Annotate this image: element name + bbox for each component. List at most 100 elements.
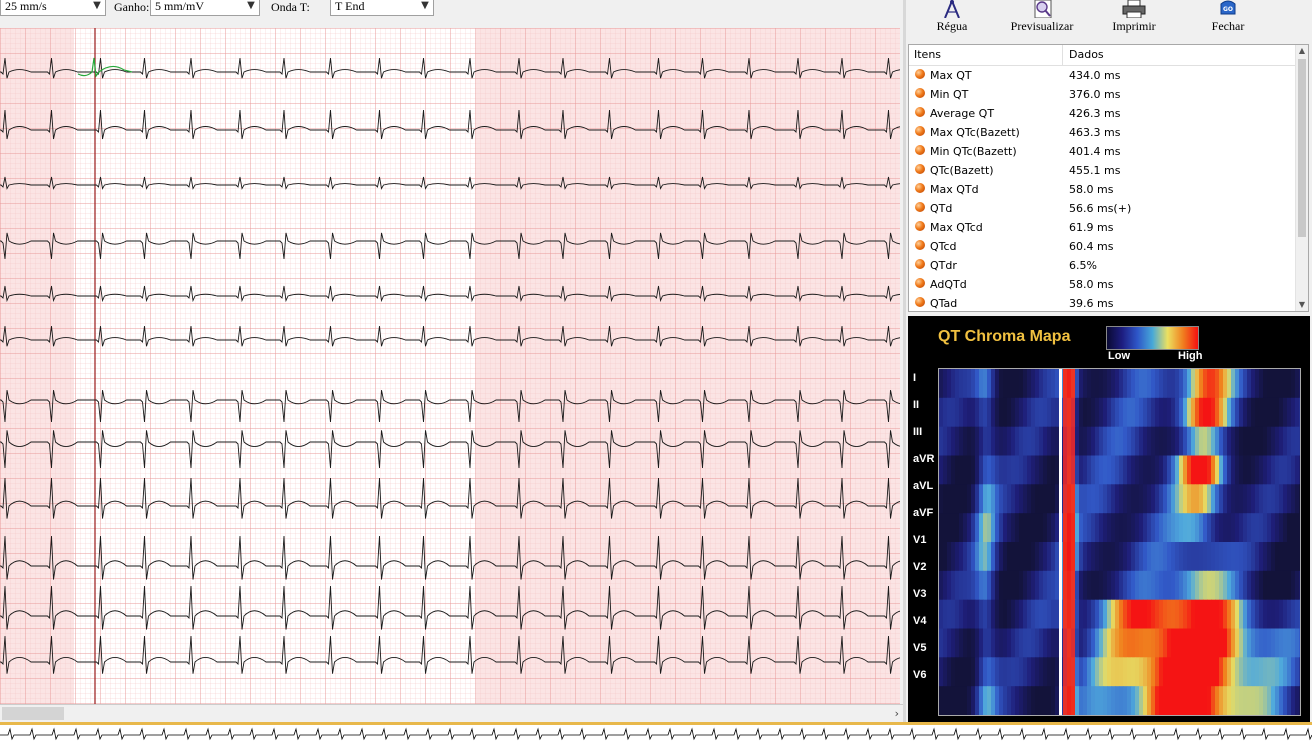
table-header: Itens Dados bbox=[909, 45, 1297, 66]
table-row[interactable]: QTad 39.6 ms bbox=[909, 294, 1297, 311]
bullet-icon bbox=[915, 259, 925, 269]
scroll-up-icon[interactable]: ▲ bbox=[1296, 45, 1308, 57]
row-item-name: QTdr bbox=[930, 259, 957, 272]
row-item-name: Average QT bbox=[930, 107, 995, 120]
row-item-name: Max QTc(Bazett) bbox=[930, 126, 1020, 139]
row-item-name: QTad bbox=[930, 297, 958, 310]
table-row[interactable]: AdQTd 58.0 ms bbox=[909, 275, 1297, 294]
svg-text:GO: GO bbox=[1223, 6, 1233, 13]
onda-t-label: Onda T: bbox=[271, 0, 310, 14]
bullet-icon bbox=[915, 240, 925, 250]
table-row[interactable]: QTc(Bazett) 455.1 ms bbox=[909, 161, 1297, 180]
close-icon: GO bbox=[1220, 0, 1236, 15]
row-item-name: Max QTd bbox=[930, 183, 979, 196]
color-scale-bar bbox=[1106, 326, 1199, 350]
row-item-value: 455.1 ms bbox=[1069, 164, 1121, 177]
lead-label: III bbox=[913, 426, 923, 438]
ecg-grid bbox=[0, 28, 900, 704]
column-header-data[interactable]: Dados bbox=[1069, 48, 1104, 61]
row-item-name: AdQTd bbox=[930, 278, 967, 291]
lead-label: aVL bbox=[913, 480, 934, 492]
table-row[interactable]: Max QTd 58.0 ms bbox=[909, 180, 1297, 199]
table-row[interactable]: QTcd 60.4 ms bbox=[909, 237, 1297, 256]
table-row[interactable]: QTd 56.6 ms(+) bbox=[909, 199, 1297, 218]
chroma-marker-line bbox=[1059, 369, 1062, 715]
ruler-button[interactable]: Régua bbox=[912, 0, 992, 33]
onda-t-select[interactable]: T End ▼ bbox=[330, 0, 434, 16]
row-item-name: Min QT bbox=[930, 88, 969, 101]
speed-select[interactable]: 25 mm/s ▼ bbox=[0, 0, 106, 16]
bullet-icon bbox=[915, 297, 925, 307]
row-item-value: 6.5% bbox=[1069, 259, 1097, 272]
lead-label: aVF bbox=[913, 507, 934, 519]
scale-high-label: High bbox=[1178, 350, 1203, 362]
scrollbar-thumb[interactable] bbox=[2, 707, 64, 720]
bullet-icon bbox=[915, 164, 925, 174]
printer-icon bbox=[1122, 0, 1146, 18]
scrollbar-thumb[interactable] bbox=[1298, 59, 1306, 237]
chevron-down-icon[interactable]: ▼ bbox=[89, 0, 105, 15]
row-item-value: 39.6 ms bbox=[1069, 297, 1114, 310]
preview-icon bbox=[1034, 0, 1052, 18]
row-item-value: 401.4 ms bbox=[1069, 145, 1121, 158]
bullet-icon bbox=[915, 107, 925, 117]
bullet-icon bbox=[915, 278, 925, 288]
gain-select[interactable]: 5 mm/mV ▼ bbox=[150, 0, 260, 16]
lead-label: V3 bbox=[913, 588, 927, 600]
close-label: Fechar bbox=[1211, 19, 1245, 33]
preview-button[interactable]: Previsualizar bbox=[1002, 0, 1082, 33]
lead-label: V1 bbox=[913, 534, 927, 546]
gain-value: 5 mm/mV bbox=[155, 0, 205, 13]
row-item-value: 376.0 ms bbox=[1069, 88, 1121, 101]
ruler-icon bbox=[944, 0, 960, 18]
chroma-heatmap[interactable] bbox=[938, 368, 1301, 716]
row-item-value: 60.4 ms bbox=[1069, 240, 1114, 253]
table-vertical-scrollbar[interactable]: ▲ ▼ bbox=[1295, 45, 1308, 311]
row-item-value: 426.3 ms bbox=[1069, 107, 1121, 120]
row-item-value: 56.6 ms(+) bbox=[1069, 202, 1132, 215]
ecg-horizontal-scrollbar[interactable]: › bbox=[0, 704, 903, 722]
lead-label: V2 bbox=[913, 561, 927, 573]
row-item-name: QTc(Bazett) bbox=[930, 164, 994, 177]
print-button[interactable]: Imprimir bbox=[1094, 0, 1174, 33]
row-item-name: Max QTcd bbox=[930, 221, 983, 234]
chevron-down-icon[interactable]: ▼ bbox=[417, 0, 433, 15]
speed-value: 25 mm/s bbox=[5, 0, 47, 13]
row-item-name: QTcd bbox=[930, 240, 957, 253]
qt-chroma-map-panel: QT Chroma Mapa Low High I II III aVR aVL aVF V… bbox=[908, 316, 1310, 722]
table-row[interactable]: Min QT 376.0 ms bbox=[909, 85, 1297, 104]
lead-label: I bbox=[913, 372, 917, 384]
status-bar bbox=[0, 722, 1312, 741]
bottom-trace-strip bbox=[0, 727, 1312, 741]
table-rows: Max QT 434.0 ms Min QT 376.0 ms Average QT 42… bbox=[909, 66, 1297, 311]
table-row[interactable]: Max QTcd 61.9 ms bbox=[909, 218, 1297, 237]
ecg-trace-area[interactable] bbox=[0, 28, 900, 704]
bullet-icon bbox=[915, 221, 925, 231]
close-button[interactable]: GO Fechar bbox=[1188, 0, 1268, 33]
table-row[interactable]: Min QTc(Bazett) 401.4 ms bbox=[909, 142, 1297, 161]
scroll-right-icon[interactable]: › bbox=[895, 705, 899, 722]
report-toolbar: Régua Previsualizar Imprimir GO Fechar bbox=[906, 0, 1312, 42]
table-row[interactable]: Max QT 434.0 ms bbox=[909, 66, 1297, 85]
scroll-down-icon[interactable]: ▼ bbox=[1296, 299, 1308, 311]
chevron-down-icon[interactable]: ▼ bbox=[243, 0, 259, 15]
print-label: Imprimir bbox=[1112, 19, 1156, 33]
row-item-value: 434.0 ms bbox=[1069, 69, 1121, 82]
onda-t-value: T End bbox=[335, 0, 365, 13]
row-item-name: Max QT bbox=[930, 69, 972, 82]
bullet-icon bbox=[915, 145, 925, 155]
lead-label: V6 bbox=[913, 669, 927, 681]
ecg-settings-bar: 25 mm/s ▼ Ganho: 5 mm/mV ▼ Onda T: T End… bbox=[0, 0, 905, 26]
panel-divider[interactable] bbox=[903, 0, 906, 722]
preview-label: Previsualizar bbox=[1010, 19, 1074, 33]
table-row[interactable]: Average QT 426.3 ms bbox=[909, 104, 1297, 123]
row-item-name: Min QTc(Bazett) bbox=[930, 145, 1017, 158]
lead-label: V4 bbox=[913, 615, 927, 627]
column-separator[interactable] bbox=[1062, 45, 1063, 65]
chroma-map-title: QT Chroma Mapa bbox=[938, 328, 1071, 345]
bullet-icon bbox=[915, 126, 925, 136]
table-row[interactable]: QTdr 6.5% bbox=[909, 256, 1297, 275]
table-row[interactable]: Max QTc(Bazett) 463.3 ms bbox=[909, 123, 1297, 142]
bullet-icon bbox=[915, 69, 925, 79]
column-header-items[interactable]: Itens bbox=[914, 48, 941, 61]
